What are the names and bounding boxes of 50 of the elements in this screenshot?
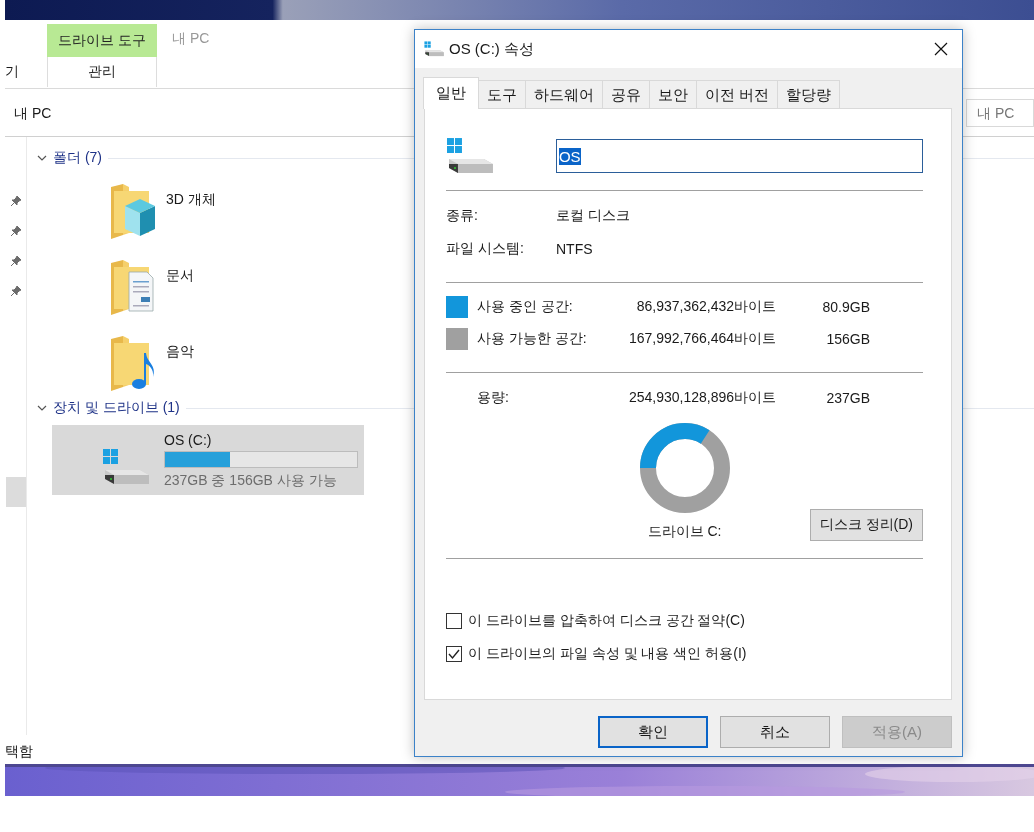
pin-icon: [9, 225, 22, 237]
close-icon[interactable]: [934, 42, 948, 56]
byte-count: 254,930,128,896바이트: [627, 389, 776, 407]
byte-count: 86,937,362,432바이트: [635, 298, 776, 316]
field-value: 로컬 디스크: [556, 206, 630, 225]
dialog-button[interactable]: 취소: [720, 716, 830, 748]
byte-count: 167,992,766,464바이트: [627, 330, 776, 348]
size-value: 156GB: [825, 331, 870, 347]
dialog-title: OS (C:) 속성: [449, 39, 535, 59]
drive-icon: [446, 137, 494, 175]
status-text: 택함: [5, 742, 34, 761]
drive-label: 드라이브 C:: [647, 523, 722, 541]
folder-item[interactable]: 3D 개체: [109, 183, 309, 245]
pin-icon: [9, 195, 22, 207]
group-header[interactable]: 폴더 (7): [53, 149, 102, 167]
checkbox[interactable]: [446, 613, 462, 629]
ok-button[interactable]: 확인: [598, 716, 708, 748]
ribbon-tab[interactable]: 기: [5, 63, 27, 81]
drive-icon: [102, 448, 150, 486]
ribbon-tab[interactable]: 관리: [47, 57, 157, 87]
folder-label: 문서: [166, 267, 194, 285]
field-label: 용량:: [477, 389, 510, 407]
pin-icon: [9, 255, 22, 267]
field-label: 사용 중인 공간:: [477, 298, 574, 316]
drive-space-text: 237GB 중 156GB 사용 가능: [164, 470, 338, 490]
field-value: NTFS: [556, 240, 593, 257]
tab[interactable]: 일반: [423, 77, 479, 109]
window-title: 내 PC: [172, 29, 210, 48]
field-label: 종류:: [446, 206, 479, 225]
folder-item[interactable]: 문서: [109, 259, 309, 321]
checkbox-label: 이 드라이브를 압축하여 디스크 공간 절약(C): [468, 612, 745, 630]
drive-tile[interactable]: OS (C:) 237GB 중 156GB 사용 가능: [52, 425, 364, 495]
folder-item[interactable]: 음악: [109, 335, 309, 397]
search-field[interactable]: 내 PC: [966, 99, 1034, 127]
context-tab-header: 드라이브 도구: [47, 24, 157, 57]
group-header[interactable]: 장치 및 드라이브 (1): [53, 399, 180, 417]
pin-icon: [9, 285, 22, 297]
size-value: 80.9GB: [821, 299, 870, 315]
folder-label: 음악: [166, 343, 194, 361]
drive-icon: [424, 41, 444, 57]
disk-cleanup-button[interactable]: 디스크 정리(D): [809, 509, 923, 541]
tab[interactable]: 할당량: [777, 80, 841, 108]
folder-label: 3D 개체: [166, 191, 216, 209]
field-label: 파일 시스템:: [446, 239, 525, 258]
size-value: 237GB: [825, 390, 870, 406]
checkbox[interactable]: [446, 646, 462, 662]
checkbox-label: 이 드라이브의 파일 속성 및 내용 색인 허용(I): [468, 645, 747, 663]
field-label: 사용 가능한 공간:: [477, 330, 588, 348]
drive-name: OS (C:): [164, 430, 213, 449]
name-field[interactable]: OS: [555, 139, 923, 173]
